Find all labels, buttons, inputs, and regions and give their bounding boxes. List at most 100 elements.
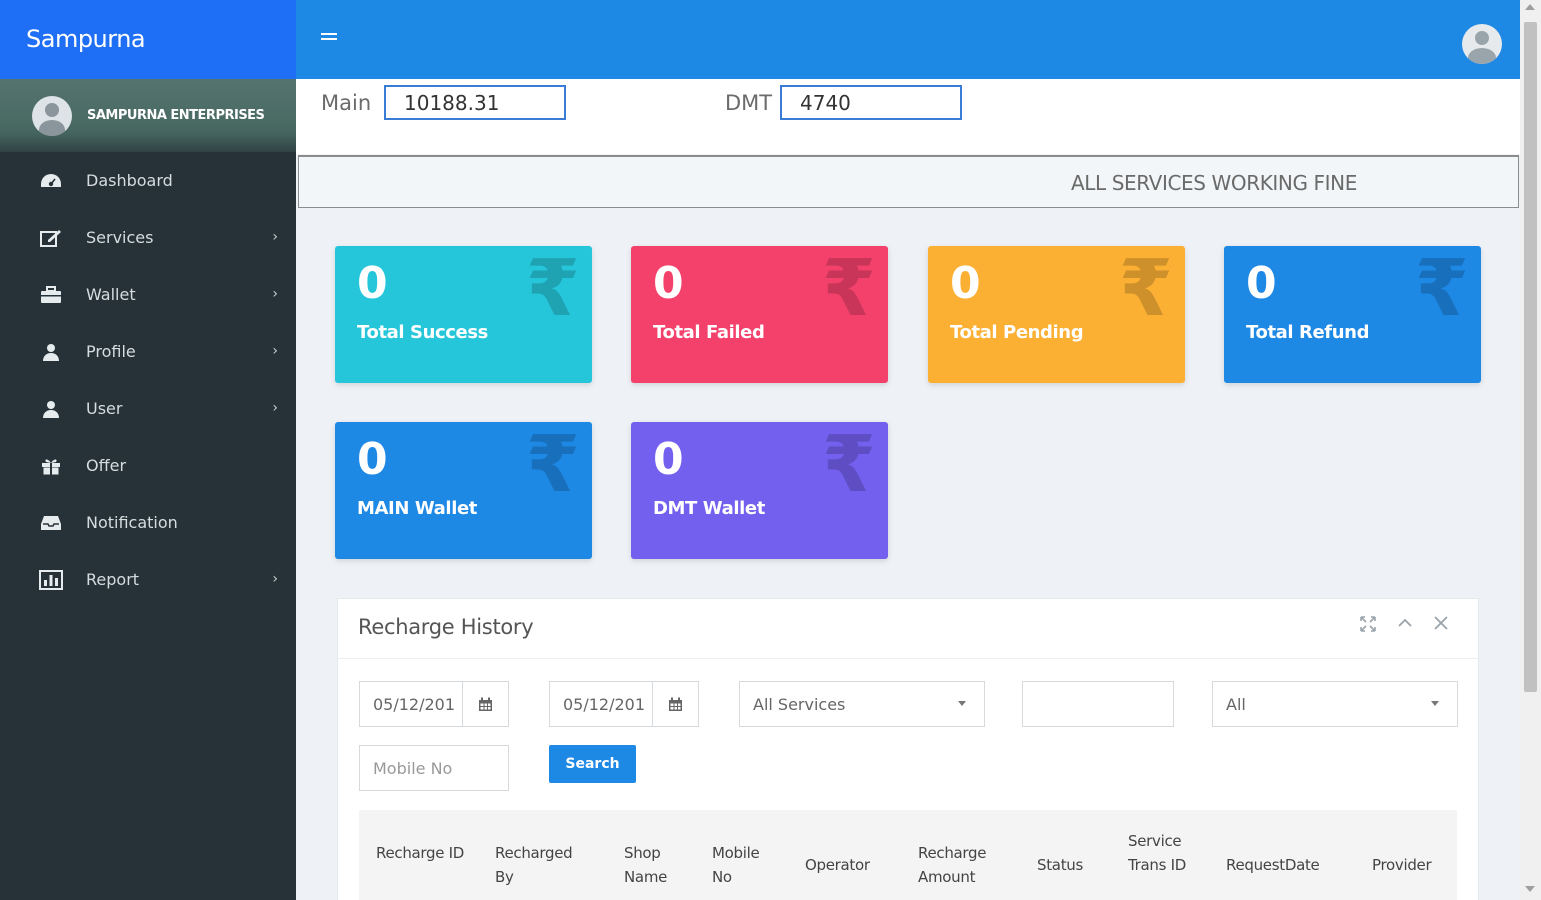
column-header[interactable]: Mobile No — [712, 841, 777, 889]
page-scrollbar[interactable] — [1520, 0, 1541, 900]
column-header[interactable]: Status — [1037, 853, 1107, 877]
calendar-icon[interactable] — [462, 682, 508, 726]
top-navbar — [296, 0, 1520, 79]
main-balance-field[interactable] — [384, 85, 566, 120]
service-status-bar: ALL SERVICES WORKING FINE — [298, 155, 1519, 208]
chart-icon — [38, 569, 64, 590]
wallet-balance-row: Main DMT — [296, 79, 1520, 154]
sidebar-item-user[interactable]: User › — [0, 380, 296, 437]
column-header[interactable]: Recharge ID — [376, 841, 476, 865]
column-header[interactable]: Operator — [805, 853, 905, 877]
sidebar-item-wallet[interactable]: Wallet › — [0, 266, 296, 323]
rupee-icon: ₹ — [1118, 246, 1173, 334]
panel-title: Recharge History — [358, 615, 534, 639]
hamburger-icon[interactable] — [321, 33, 337, 45]
from-date-value: 05/12/201 — [373, 694, 456, 714]
column-header[interactable]: Provider — [1372, 853, 1452, 877]
rupee-icon: ₹ — [1414, 246, 1469, 334]
column-header[interactable]: Shop Name — [624, 841, 689, 889]
chevron-right-icon: › — [272, 570, 278, 587]
rupee-icon: ₹ — [525, 246, 580, 334]
sidebar-item-notification[interactable]: Notification — [0, 494, 296, 551]
recharge-history-panel: Recharge History 05/12/201 05/12/201 All… — [337, 598, 1479, 900]
sidebar-item-label: Dashboard — [86, 171, 173, 190]
user-icon — [38, 342, 64, 362]
scrollbar-thumb[interactable] — [1524, 22, 1537, 692]
chevron-right-icon: › — [272, 342, 278, 359]
brand-logo[interactable]: Sampurna — [0, 0, 296, 79]
rupee-icon: ₹ — [821, 422, 876, 510]
chevron-right-icon: › — [272, 285, 278, 302]
sidebar-item-profile[interactable]: Profile › — [0, 323, 296, 380]
from-date-field[interactable]: 05/12/201 — [359, 681, 509, 727]
card-dmt-wallet: 0 DMT Wallet ₹ — [631, 422, 888, 559]
card-total-refund: 0 Total Refund ₹ — [1224, 246, 1481, 383]
card-value: 0 — [653, 434, 684, 485]
sidebar-item-label: Profile — [86, 342, 136, 361]
card-label: DMT Wallet — [653, 498, 765, 519]
sidebar-item-label: Notification — [86, 513, 178, 532]
mobile-no-input[interactable] — [359, 745, 509, 791]
service-select[interactable]: All Services — [739, 681, 985, 727]
transaction-id-input[interactable] — [1022, 681, 1174, 727]
inbox-icon — [38, 513, 64, 533]
service-status-text: ALL SERVICES WORKING FINE — [1071, 171, 1357, 195]
gift-icon — [38, 456, 64, 476]
user-avatar-icon[interactable] — [1462, 24, 1502, 64]
main-balance-label: Main — [321, 91, 372, 115]
expand-icon[interactable] — [1357, 615, 1379, 638]
card-label: Total Success — [357, 322, 488, 343]
chevron-down-icon — [1431, 701, 1439, 706]
close-icon[interactable] — [1430, 615, 1452, 636]
column-header[interactable]: Service Trans ID — [1128, 829, 1200, 877]
to-date-field[interactable]: 05/12/201 — [549, 681, 699, 727]
panel-header: Recharge History — [338, 599, 1478, 659]
column-header[interactable]: Recharged By — [495, 841, 595, 889]
card-total-failed: 0 Total Failed ₹ — [631, 246, 888, 383]
scroll-up-icon[interactable] — [1525, 4, 1535, 10]
to-date-value: 05/12/201 — [563, 694, 646, 714]
sidebar-menu: Dashboard Services › Wallet › Profile › — [0, 152, 296, 608]
sidebar-item-label: Offer — [86, 456, 127, 475]
chevron-right-icon: › — [272, 228, 278, 245]
edit-icon — [38, 228, 64, 248]
sidebar-item-offer[interactable]: Offer — [0, 437, 296, 494]
card-value: 0 — [357, 434, 388, 485]
sidebar-item-report[interactable]: Report › — [0, 551, 296, 608]
briefcase-icon — [38, 285, 64, 305]
status-select[interactable]: All — [1212, 681, 1458, 727]
card-label: MAIN Wallet — [357, 498, 477, 519]
column-header[interactable]: Recharge Amount — [918, 841, 1018, 889]
card-value: 0 — [1246, 258, 1277, 309]
table-header: Recharge ID Recharged By Shop Name Mobil… — [359, 810, 1457, 900]
card-total-success: 0 Total Success ₹ — [335, 246, 592, 383]
calendar-icon[interactable] — [652, 682, 698, 726]
column-header[interactable]: RequestDate — [1226, 853, 1346, 877]
dmt-balance-label: DMT — [725, 91, 773, 115]
search-button[interactable]: Search — [549, 745, 636, 783]
sidebar-user-panel[interactable]: SAMPURNA ENTERPRISES — [0, 79, 296, 152]
scroll-down-icon[interactable] — [1525, 886, 1535, 892]
sidebar: SAMPURNA ENTERPRISES Dashboard Services … — [0, 79, 296, 900]
sidebar-item-services[interactable]: Services › — [0, 209, 296, 266]
sidebar-item-dashboard[interactable]: Dashboard — [0, 152, 296, 209]
service-select-value: All Services — [753, 694, 846, 714]
card-value: 0 — [357, 258, 388, 309]
sidebar-item-label: User — [86, 399, 123, 418]
chevron-down-icon — [958, 701, 966, 706]
dmt-balance-field[interactable] — [780, 85, 962, 120]
card-label: Total Refund — [1246, 322, 1370, 343]
card-value: 0 — [653, 258, 684, 309]
collapse-icon[interactable] — [1394, 615, 1416, 636]
sidebar-item-label: Services — [86, 228, 154, 247]
sidebar-user-name: SAMPURNA ENTERPRISES — [87, 108, 265, 123]
status-select-value: All — [1226, 694, 1246, 714]
rupee-icon: ₹ — [821, 246, 876, 334]
dashboard-icon — [38, 171, 64, 191]
sidebar-item-label: Report — [86, 570, 140, 589]
card-main-wallet: 0 MAIN Wallet ₹ — [335, 422, 592, 559]
user-avatar-icon — [32, 95, 72, 136]
card-total-pending: 0 Total Pending ₹ — [928, 246, 1185, 383]
user-icon — [38, 399, 64, 419]
rupee-icon: ₹ — [525, 422, 580, 510]
